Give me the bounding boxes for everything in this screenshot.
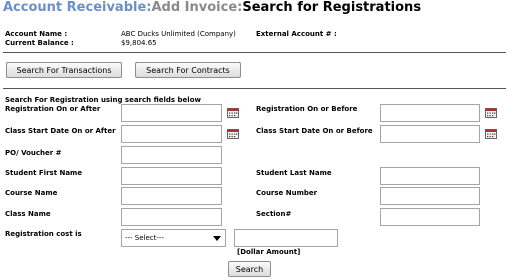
class-start-before-input[interactable]: [380, 125, 480, 143]
divider-middle: [3, 88, 506, 89]
section-input[interactable]: [380, 208, 480, 226]
calendar-icon[interactable]: [485, 108, 497, 118]
course-number-label: Course Number: [256, 189, 318, 197]
class-name-label: Class Name: [5, 210, 51, 218]
account-name-value: ABC Ducks Unlimited (Company): [121, 30, 236, 38]
search-contracts-button[interactable]: Search For Contracts: [135, 62, 241, 78]
calendar-icon[interactable]: [485, 129, 497, 139]
student-first-name-input[interactable]: [121, 167, 222, 185]
chevron-down-icon: [213, 236, 221, 241]
class-name-input[interactable]: [121, 208, 222, 226]
registration-on-before-label: Registration On or Before: [256, 105, 358, 113]
student-last-name-label: Student Last Name: [256, 169, 332, 177]
search-button[interactable]: Search: [228, 261, 271, 277]
course-name-input[interactable]: [121, 187, 222, 205]
calendar-icon[interactable]: [227, 108, 239, 118]
registration-cost-label: Registration cost is: [5, 230, 82, 238]
po-voucher-input[interactable]: [121, 146, 222, 164]
calendar-icon[interactable]: [227, 129, 239, 139]
class-start-before-label: Class Start Date On or Before: [256, 127, 373, 135]
course-name-label: Course Name: [5, 189, 58, 197]
dollar-amount-label: [Dollar Amount]: [237, 248, 301, 256]
page-header: Account Receivable:Add Invoice:Search fo…: [3, 0, 421, 15]
registration-on-before-input[interactable]: [380, 104, 480, 122]
registration-cost-select[interactable]: --- Select---: [121, 229, 226, 247]
account-name-label: Account Name :: [5, 30, 68, 38]
po-voucher-label: PO/ Voucher #: [5, 149, 62, 157]
student-first-name-label: Student First Name: [5, 169, 83, 177]
class-start-after-input[interactable]: [121, 125, 222, 143]
breadcrumb-add-invoice: Add Invoice:: [151, 0, 243, 15]
search-instruction: Search For Registration using search fie…: [5, 96, 201, 104]
current-balance-label: Current Balance :: [5, 39, 74, 47]
course-number-input[interactable]: [380, 187, 480, 205]
dollar-amount-input[interactable]: [234, 229, 338, 247]
external-account-label: External Account # :: [256, 30, 337, 38]
divider-top: [3, 52, 506, 53]
student-last-name-input[interactable]: [380, 167, 480, 185]
registration-cost-select-value: --- Select---: [125, 234, 164, 242]
page-title: Search for Registrations: [242, 0, 422, 15]
registration-on-after-label: Registration On or After: [5, 105, 101, 113]
registration-on-after-input[interactable]: [121, 104, 222, 122]
section-label: Section#: [256, 210, 292, 218]
search-transactions-button[interactable]: Search For Transactions: [6, 62, 122, 78]
current-balance-value: $9,804.65: [121, 39, 157, 47]
breadcrumb-account-receivable: Account Receivable:: [3, 0, 152, 15]
class-start-after-label: Class Start Date On or After: [5, 127, 116, 135]
